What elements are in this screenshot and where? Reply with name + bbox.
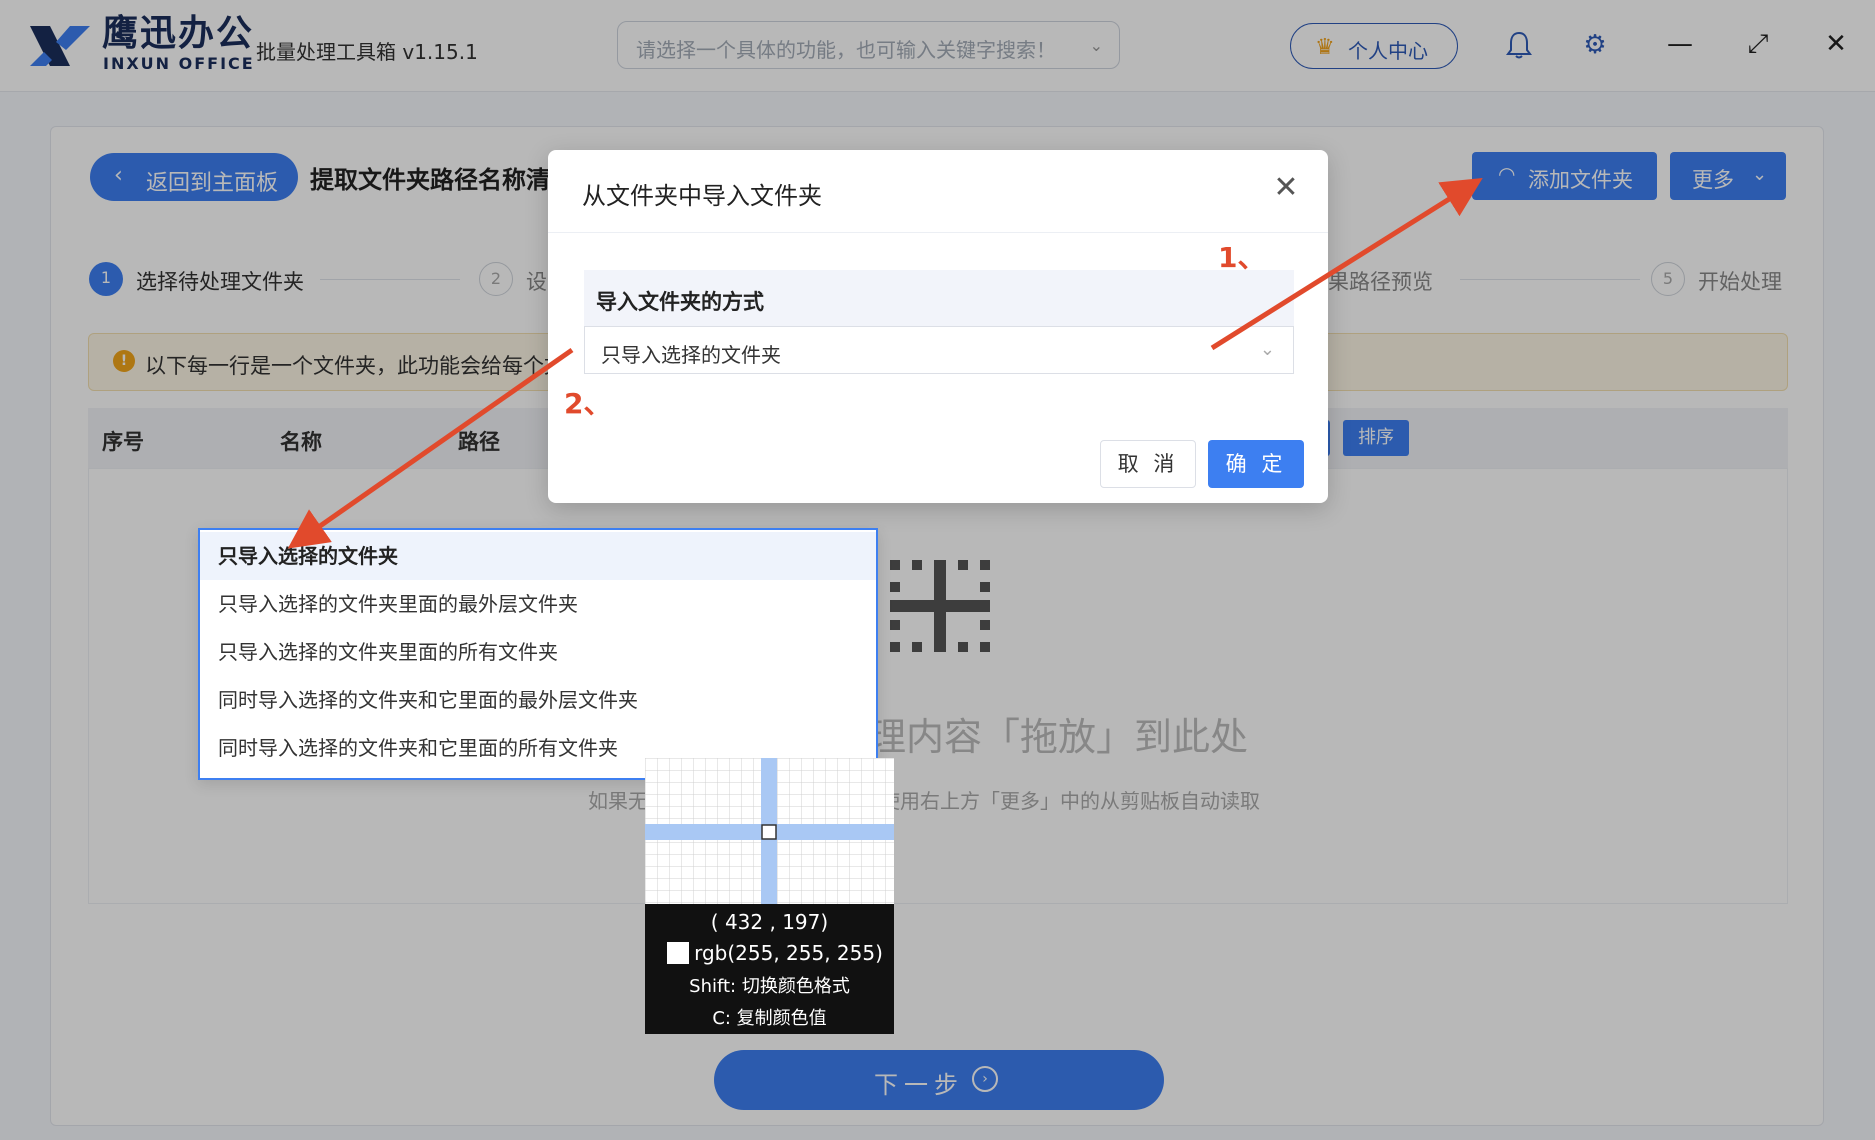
app-window: 鹰迅办公 INXUN OFFICE 批量处理工具箱 v1.15.1 请选择一个具… [0,0,1875,1140]
close-icon[interactable]: ✕ [1268,170,1304,206]
dropdown-option[interactable]: 同时导入选择的文件夹和它里面的最外层文件夹 [200,676,876,724]
dropdown-option[interactable]: 只导入选择的文件夹里面的最外层文件夹 [200,580,876,628]
annotation-step-2: 2、 [564,387,612,420]
magnifier-hint-copy: C: 复制颜色值 [712,1008,827,1029]
import-folder-dialog: 从文件夹中导入文件夹 ✕ 导入文件夹的方式 只导入选择的文件夹 ⌄ 取 消 确 … [548,150,1328,503]
chevron-down-icon: ⌄ [1259,339,1275,360]
magnifier-coords: ( 432 , 197) [710,910,829,934]
import-mode-value: 只导入选择的文件夹 [601,343,781,367]
import-mode-select[interactable]: 只导入选择的文件夹 ⌄ [584,326,1294,374]
dropdown-option[interactable]: 只导入选择的文件夹里面的所有文件夹 [200,628,876,676]
dialog-title: 从文件夹中导入文件夹 [582,182,822,210]
magnifier-color: rgb(255, 255, 255) [694,941,883,965]
import-mode-label: 导入文件夹的方式 [596,290,764,314]
color-picker-magnifier: ( 432 , 197) rgb(255, 255, 255) Shift: 切… [645,758,894,1034]
dialog-divider [548,232,1328,233]
cancel-button[interactable]: 取 消 [1100,440,1196,488]
magnifier-grid [645,758,894,904]
annotation-step-1: 1、 [1218,241,1266,274]
confirm-button[interactable]: 确 定 [1208,440,1304,488]
import-mode-header: 导入文件夹的方式 [584,270,1294,326]
dropdown-option[interactable]: 只导入选择的文件夹 [200,532,876,580]
magnifier-hint-shift: Shift: 切换颜色格式 [689,976,850,997]
import-mode-dropdown: 只导入选择的文件夹 只导入选择的文件夹里面的最外层文件夹 只导入选择的文件夹里面… [198,528,878,780]
